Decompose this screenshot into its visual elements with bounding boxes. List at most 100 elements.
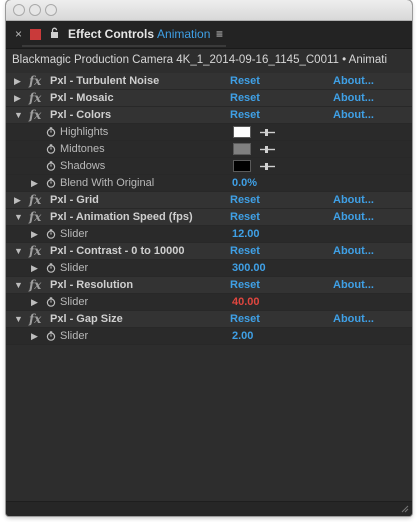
close-window-button[interactable] [13, 4, 25, 16]
resize-grip-icon[interactable] [401, 505, 409, 513]
about-button[interactable]: About... [333, 92, 374, 104]
twirl-down-icon[interactable]: ▼ [14, 246, 23, 256]
about-button[interactable]: About... [333, 313, 374, 325]
effect-name: Pxl - Turbulent Noise [50, 75, 160, 87]
twirl-right-icon[interactable]: ▶ [31, 331, 38, 342]
effect-name: Pxl - Gap Size [50, 313, 123, 325]
color-swatch[interactable] [233, 126, 251, 138]
effect-name: Pxl - Colors [50, 109, 112, 121]
effect-row[interactable]: ▶ fx Pxl - Mosaic Reset About... [6, 90, 412, 107]
twirl-down-icon[interactable]: ▼ [14, 280, 23, 290]
stopwatch-icon[interactable] [46, 297, 56, 307]
about-button[interactable]: About... [333, 279, 374, 291]
eyedropper-icon[interactable] [259, 128, 277, 137]
lock-icon[interactable] [50, 27, 59, 39]
twirl-right-icon[interactable]: ▶ [31, 229, 38, 240]
horizontal-scrollbar[interactable] [6, 501, 412, 516]
close-tab-icon[interactable]: × [15, 27, 22, 41]
minimize-window-button[interactable] [29, 4, 41, 16]
stopwatch-icon[interactable] [46, 331, 56, 341]
stopwatch-icon[interactable] [46, 229, 56, 239]
effect-row[interactable]: ▼ fx Pxl - Gap Size Reset About... [6, 311, 412, 328]
about-button[interactable]: About... [333, 245, 374, 257]
color-swatch[interactable] [233, 143, 251, 155]
twirl-down-icon[interactable]: ▼ [14, 110, 23, 120]
panel-menu-icon[interactable]: ≡ [216, 27, 223, 41]
effect-name: Pxl - Animation Speed (fps) [50, 211, 193, 223]
stopwatch-icon[interactable] [46, 178, 56, 188]
param-name: Shadows [60, 160, 106, 172]
param-name: Slider [60, 228, 89, 240]
stopwatch-icon[interactable] [46, 263, 56, 273]
eyedropper-icon[interactable] [259, 145, 277, 154]
color-param-row: Shadows [6, 158, 412, 175]
reset-button[interactable]: Reset [230, 279, 260, 291]
reset-button[interactable]: Reset [230, 75, 260, 87]
stopwatch-icon[interactable] [46, 161, 56, 171]
param-value[interactable]: 2.00 [232, 330, 253, 342]
fx-toggle-icon[interactable]: fx [29, 278, 41, 292]
stopwatch-icon[interactable] [46, 127, 56, 137]
param-name: Slider [60, 262, 89, 274]
twirl-right-icon[interactable]: ▶ [14, 76, 21, 87]
reset-button[interactable]: Reset [230, 211, 260, 223]
color-param-row: Highlights [6, 124, 412, 141]
twirl-right-icon[interactable]: ▶ [31, 263, 38, 274]
stopwatch-icon[interactable] [46, 144, 56, 154]
twirl-down-icon[interactable]: ▼ [14, 314, 23, 324]
twirl-right-icon[interactable]: ▶ [14, 195, 21, 206]
fx-toggle-icon[interactable]: fx [29, 193, 41, 207]
reset-button[interactable]: Reset [230, 92, 260, 104]
reset-button[interactable]: Reset [230, 194, 260, 206]
effect-row[interactable]: ▶ fx Pxl - Turbulent Noise Reset About... [6, 73, 412, 90]
effect-name: Pxl - Resolution [50, 279, 134, 291]
fx-toggle-icon[interactable]: fx [29, 74, 41, 88]
reset-button[interactable]: Reset [230, 245, 260, 257]
about-button[interactable]: About... [333, 75, 374, 87]
effects-list: ▶ fx Pxl - Turbulent Noise Reset About... ▶ fx… [6, 73, 412, 345]
clip-name-bar: Blackmagic Production Camera 4K_1_2014-0… [6, 49, 412, 73]
effect-name: Pxl - Mosaic [50, 92, 114, 104]
param-name: Midtones [60, 143, 105, 155]
effect-row[interactable]: ▼ fx Pxl - Contrast - 0 to 10000 Reset About… [6, 243, 412, 260]
param-name: Blend With Original [60, 177, 155, 189]
reset-button[interactable]: Reset [230, 313, 260, 325]
twirl-down-icon[interactable]: ▼ [14, 212, 23, 222]
about-button[interactable]: About... [333, 211, 374, 223]
param-value[interactable]: 300.00 [232, 262, 266, 274]
about-button[interactable]: About... [333, 194, 374, 206]
param-row: ▶ Slider 2.00 [6, 328, 412, 345]
param-value[interactable]: 12.00 [232, 228, 260, 240]
twirl-right-icon[interactable]: ▶ [31, 297, 38, 308]
tab-effect-controls[interactable]: Effect Controls Animation [68, 27, 210, 41]
tab-title: Effect Controls [68, 27, 155, 41]
fx-toggle-icon[interactable]: fx [29, 108, 41, 122]
fx-toggle-icon[interactable]: fx [29, 312, 41, 326]
fx-toggle-icon[interactable]: fx [29, 244, 41, 258]
reset-button[interactable]: Reset [230, 109, 260, 121]
eyedropper-icon[interactable] [259, 162, 277, 171]
effect-row[interactable]: ▶ fx Pxl - Grid Reset About... [6, 192, 412, 209]
about-button[interactable]: About... [333, 109, 374, 121]
param-value[interactable]: 40.00 [232, 296, 260, 308]
tab-underline [22, 45, 226, 47]
param-row: ▶ Slider 300.00 [6, 260, 412, 277]
zoom-window-button[interactable] [45, 4, 57, 16]
twirl-right-icon[interactable]: ▶ [31, 178, 38, 189]
effect-row[interactable]: ▼ fx Pxl - Animation Speed (fps) Reset About… [6, 209, 412, 226]
fx-toggle-icon[interactable]: fx [29, 91, 41, 105]
color-param-row: Midtones [6, 141, 412, 158]
param-value[interactable]: 0.0% [232, 177, 257, 189]
effect-controls-window: × Effect Controls Animation ≡ Blackmagic … [6, 0, 412, 516]
effect-row[interactable]: ▼ fx Pxl - Resolution Reset About... [6, 277, 412, 294]
param-name: Slider [60, 330, 89, 342]
param-name: Highlights [60, 126, 109, 138]
fx-toggle-icon[interactable]: fx [29, 210, 41, 224]
effect-row[interactable]: ▼ fx Pxl - Colors Reset About... [6, 107, 412, 124]
param-row: ▶ Slider 40.00 [6, 294, 412, 311]
twirl-right-icon[interactable]: ▶ [14, 93, 21, 104]
tab-comp-name: Animation [157, 27, 211, 41]
layer-color-swatch [30, 29, 41, 40]
window-titlebar [6, 0, 412, 21]
color-swatch[interactable] [233, 160, 251, 172]
